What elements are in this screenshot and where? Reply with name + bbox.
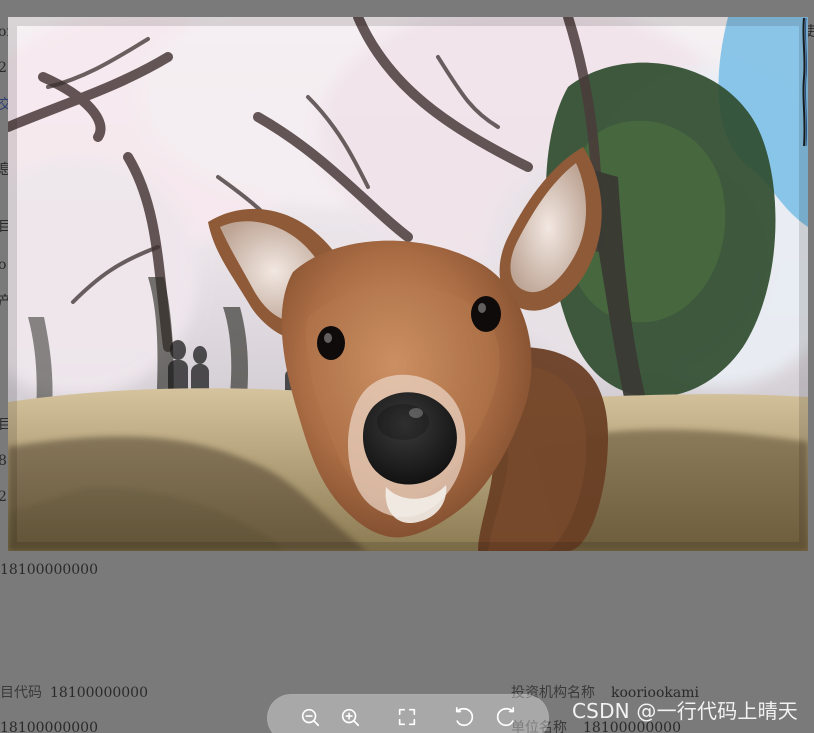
fullscreen-button[interactable] bbox=[394, 704, 420, 730]
zoom-out-button[interactable] bbox=[297, 704, 323, 730]
fullscreen-icon bbox=[398, 708, 416, 726]
rotate-right-button[interactable] bbox=[492, 704, 518, 730]
bg-left-fragment-9: 8 bbox=[0, 453, 7, 469]
image-viewer-overlay-page: or 2 交 息 目 o 产 目 8 2 使 18100000000 目代码 1… bbox=[0, 0, 814, 733]
rotate-left-icon bbox=[455, 707, 474, 727]
right-edge-curve bbox=[802, 18, 808, 146]
bg-left-fragment-6: o bbox=[0, 257, 7, 273]
zoom-out-icon bbox=[301, 708, 320, 727]
rotate-right-icon bbox=[496, 707, 515, 727]
bg-code-label: 目代码 bbox=[0, 685, 42, 701]
zoom-in-button[interactable] bbox=[337, 704, 363, 730]
bg-phone-value-row1: 18100000000 bbox=[0, 562, 98, 578]
viewer-toolbar bbox=[267, 694, 549, 733]
csdn-watermark: CSDN @一行代码上晴天 bbox=[572, 699, 798, 723]
bg-phone-value-row3: 18100000000 bbox=[0, 720, 98, 733]
deer-photo bbox=[8, 17, 808, 551]
zoom-in-icon bbox=[341, 708, 360, 727]
bg-investor-value: kooriookami bbox=[611, 685, 699, 701]
bg-left-fragment-10: 2 bbox=[0, 489, 7, 505]
bg-code-value: 18100000000 bbox=[50, 685, 148, 701]
rotate-left-button[interactable] bbox=[452, 704, 478, 730]
bg-left-fragment-2: 2 bbox=[0, 60, 7, 76]
preview-image[interactable] bbox=[8, 17, 808, 551]
